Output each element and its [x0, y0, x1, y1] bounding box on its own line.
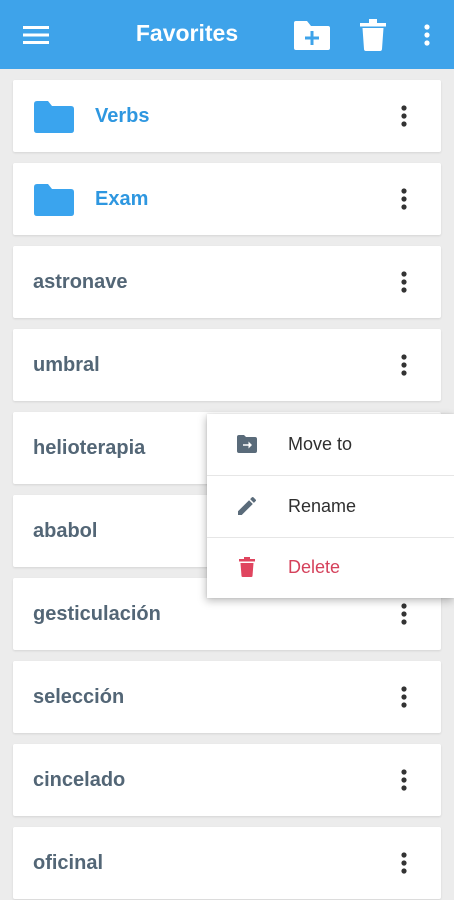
context-menu: Move to Rename Delete [207, 414, 454, 598]
list-item-folder-verbs[interactable]: Verbs [13, 80, 441, 152]
list-item-label: Verbs [95, 105, 150, 127]
list-item[interactable]: umbral [13, 329, 441, 401]
more-vertical-icon[interactable] [389, 345, 419, 385]
more-vertical-icon[interactable] [389, 179, 419, 219]
create-new-folder-icon[interactable] [288, 0, 336, 69]
more-vertical-icon[interactable] [389, 760, 419, 800]
pencil-icon [238, 496, 256, 515]
menu-item-label: Move to [288, 434, 353, 454]
app-bar: Favorites [0, 0, 454, 69]
more-vertical-icon[interactable] [389, 262, 419, 302]
more-vertical-icon[interactable] [410, 0, 444, 69]
menu-item-label: Delete [288, 557, 341, 577]
list-item-label: oficinal [33, 852, 104, 874]
menu-item-rename[interactable]: Rename [207, 476, 454, 537]
list-item[interactable]: oficinal [13, 827, 441, 899]
list-item[interactable]: astronave [13, 246, 441, 318]
list-item-label: ababol [33, 520, 98, 542]
trash-icon[interactable] [350, 0, 396, 69]
more-vertical-icon[interactable] [389, 96, 419, 136]
more-vertical-icon[interactable] [389, 677, 419, 717]
list-item[interactable]: cincelado [13, 744, 441, 816]
menu-item-delete[interactable]: Delete [207, 537, 454, 598]
menu-item-label: Rename [288, 496, 357, 516]
menu-item-move-to[interactable]: Move to [207, 414, 454, 475]
folder-icon [34, 101, 74, 133]
list-item-label: selección [33, 686, 125, 708]
more-vertical-icon[interactable] [389, 594, 419, 634]
list-item-label: Exam [95, 188, 149, 210]
list-item-label: umbral [33, 354, 100, 376]
trash-icon [239, 557, 255, 577]
folder-icon [34, 184, 74, 216]
list-item-label: cincelado [33, 769, 126, 791]
more-vertical-icon[interactable] [389, 843, 419, 883]
list-item[interactable]: selección [13, 661, 441, 733]
list-item-label: helioterapia [33, 437, 146, 459]
move-to-icon [237, 435, 257, 453]
list-item-folder-exam[interactable]: Exam [13, 163, 441, 235]
list-item-label: astronave [33, 271, 128, 293]
list-item-label: gesticulación [33, 603, 161, 625]
